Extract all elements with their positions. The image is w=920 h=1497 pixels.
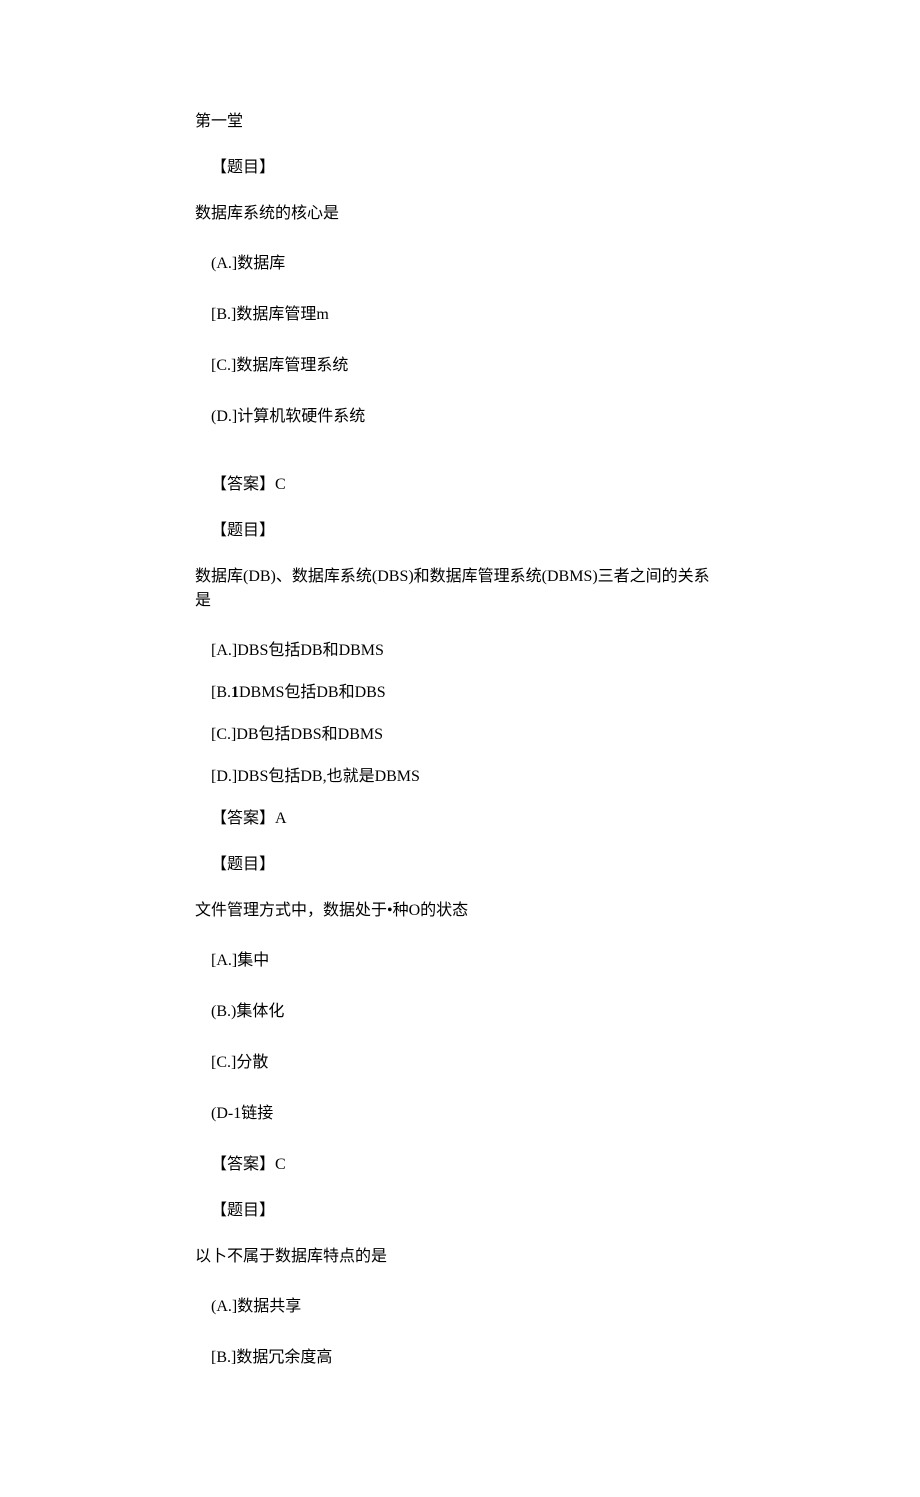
option-b: (B.)集体化 (195, 1000, 725, 1024)
answer-label: 【答案】 (211, 1156, 275, 1173)
option-b-prefix: [B. (211, 684, 231, 701)
option-b: [B.]数据库管理m (195, 303, 725, 327)
answer-line: 【答案】C (195, 473, 725, 497)
option-d: (D-1链接 (195, 1102, 725, 1126)
option-c: [C.]分散 (195, 1051, 725, 1075)
answer-label: 【答案】 (211, 476, 275, 493)
question-stem: 数据库系统的核心是 (195, 202, 725, 226)
answer-line: 【答案】A (195, 807, 725, 831)
option-b-bold: 1 (231, 684, 239, 701)
option-c: [C.]数据库管理系统 (195, 354, 725, 378)
option-d: (D.]计算机软硬件系统 (195, 405, 725, 429)
option-b-suffix: DBMS包括DB和DBS (239, 684, 386, 701)
question-stem: 以卜不属于数据库特点的是 (195, 1245, 725, 1269)
question-stem: 文件管理方式中，数据处于•种O的状态 (195, 899, 725, 923)
section-header: 第一堂 (195, 110, 725, 134)
option-a: [A.]DBS包括DB和DBMS (195, 639, 725, 663)
option-a: [A.]集中 (195, 949, 725, 973)
question-label: 【题目】 (195, 853, 725, 877)
option-a: (A.]数据共享 (195, 1295, 725, 1319)
question-stem: 数据库(DB)、数据库系统(DBS)和数据库管理系统(DBMS)三者之间的关系是 (195, 565, 725, 613)
option-b: [B.1DBMS包括DB和DBS (195, 681, 725, 705)
question-label: 【题目】 (195, 1199, 725, 1223)
question-label: 【题目】 (195, 156, 725, 180)
option-d: [D.]DBS包括DB,也就是DBMS (195, 765, 725, 789)
answer-value: C (275, 1156, 286, 1173)
answer-label: 【答案】 (211, 810, 275, 827)
option-b: [B.]数据冗余度高 (195, 1346, 725, 1370)
answer-line: 【答案】C (195, 1153, 725, 1177)
document-page: 第一堂 【题目】 数据库系统的核心是 (A.]数据库 [B.]数据库管理m [C… (0, 0, 920, 1497)
answer-value: A (275, 810, 287, 827)
answer-value: C (275, 476, 286, 493)
question-label: 【题目】 (195, 519, 725, 543)
option-a: (A.]数据库 (195, 252, 725, 276)
option-c: [C.]DB包括DBS和DBMS (195, 723, 725, 747)
